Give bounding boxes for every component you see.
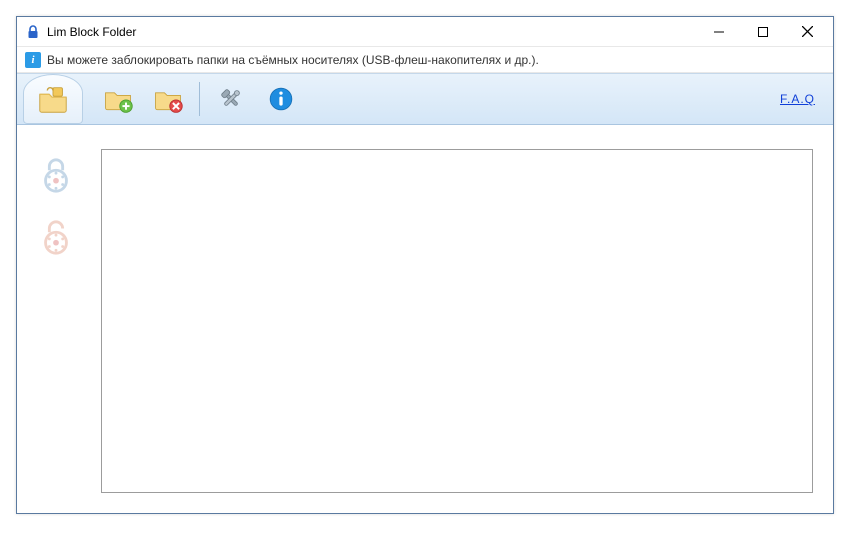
maximize-button[interactable] <box>741 18 785 46</box>
info-bar: i Вы можете заблокировать папки на съёмн… <box>17 47 833 73</box>
remove-folder-button[interactable] <box>147 78 189 120</box>
minimize-button[interactable] <box>697 18 741 46</box>
toolbar: F.A.Q <box>17 73 833 125</box>
window-title: Lim Block Folder <box>47 25 136 39</box>
unlock-action-button[interactable] <box>36 217 76 257</box>
info-button[interactable] <box>260 78 302 120</box>
content-area <box>17 125 833 513</box>
app-window: Lim Block Folder i Вы можете заблокирова… <box>16 16 834 514</box>
faq-link[interactable]: F.A.Q <box>780 92 815 106</box>
titlebar: Lim Block Folder <box>17 17 833 47</box>
add-folder-button[interactable] <box>97 78 139 120</box>
toolbar-separator <box>199 82 200 116</box>
close-button[interactable] <box>785 18 829 46</box>
unlock-folder-button[interactable] <box>23 74 83 124</box>
info-icon: i <box>25 52 41 68</box>
info-text: Вы можете заблокировать папки на съёмных… <box>47 53 539 67</box>
lock-action-button[interactable] <box>36 155 76 195</box>
settings-button[interactable] <box>210 78 252 120</box>
folder-list[interactable] <box>101 149 813 493</box>
side-panel <box>29 149 83 493</box>
lock-icon <box>25 24 41 40</box>
